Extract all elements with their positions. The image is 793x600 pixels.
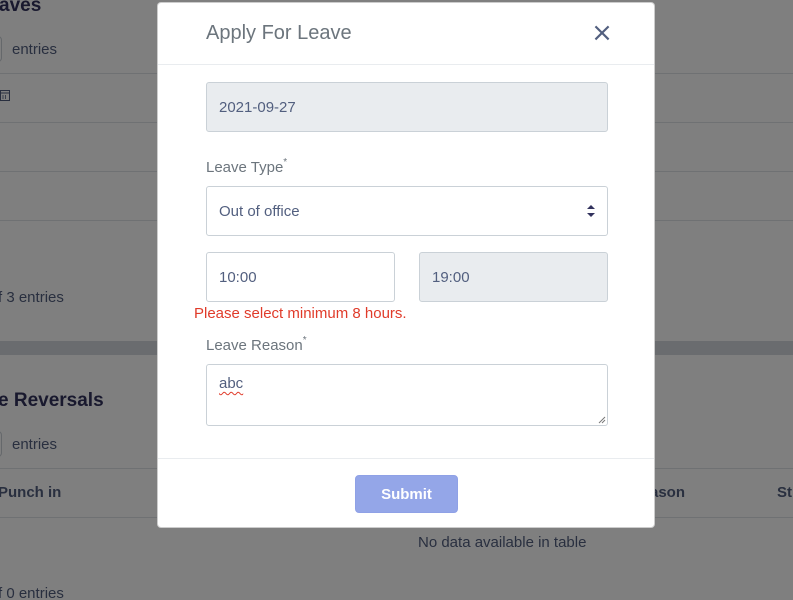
validation-error-message: Please select minimum 8 hours. — [194, 305, 407, 322]
leave-reason-textarea[interactable]: abc — [206, 364, 608, 426]
leave-type-select[interactable]: Out of office — [206, 186, 608, 236]
required-mark: * — [283, 157, 288, 168]
leave-date-value: 2021-09-27 — [219, 98, 296, 116]
required-mark: * — [302, 335, 307, 346]
leave-reason-value: abc — [219, 375, 244, 392]
close-icon[interactable]: × — [590, 19, 614, 47]
leave-type-value: Out of office — [219, 202, 300, 220]
end-time-value: 19:00 — [432, 268, 470, 286]
start-time-value: 10:00 — [219, 268, 257, 286]
submit-button[interactable]: Submit — [355, 475, 458, 513]
end-time-input[interactable]: 19:00 — [419, 252, 608, 302]
select-arrows-icon — [587, 205, 595, 217]
modal-title: Apply For Leave — [206, 22, 352, 44]
resize-grip-icon[interactable] — [598, 416, 606, 424]
leave-reason-label: Leave Reason* — [206, 335, 307, 354]
modal-header: Apply For Leave × — [158, 3, 654, 65]
leave-type-label: Leave Type* — [206, 157, 288, 176]
apply-leave-modal: Apply For Leave × 2021-09-27 Leave Type*… — [157, 2, 655, 528]
modal-footer: Submit — [158, 458, 654, 527]
start-time-input[interactable]: 10:00 — [206, 252, 395, 302]
leave-date-field[interactable]: 2021-09-27 — [206, 82, 608, 132]
